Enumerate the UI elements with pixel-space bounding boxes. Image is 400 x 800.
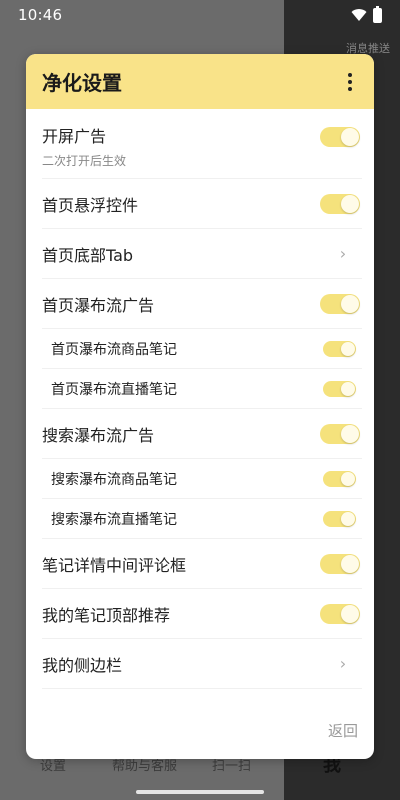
setting-label: 首页瀑布流商品笔记 [51,341,177,358]
toggle-switch[interactable] [323,470,356,487]
status-bar: 10:46 [0,0,400,30]
status-time: 10:46 [18,6,63,24]
toggle-switch[interactable] [320,603,360,624]
toggle-switch[interactable] [320,423,360,444]
setting-label: 我的笔记顶部推荐 [42,605,171,625]
setting-sublabel: 二次打开后生效 [42,154,127,168]
setting-label: 开屏广告 [42,127,107,146]
setting-label: 搜索瀑布流商品笔记 [51,471,177,488]
toggle-switch[interactable] [320,193,360,214]
settings-list: 开屏广告 二次打开后生效 首页悬浮控件 首页底部Tab › 首页瀑布流广告 首页… [26,109,374,689]
dialog-title: 净化设置 [42,71,122,95]
wifi-icon [351,9,367,21]
toggle-switch[interactable] [320,127,360,147]
toggle-switch[interactable] [323,380,356,397]
setting-row-my-notes-recommend[interactable]: 我的笔记顶部推荐 [42,589,362,639]
setting-label: 笔记详情中间评论框 [42,555,187,575]
status-icons [351,5,382,23]
setting-row-search-feed-ad[interactable]: 搜索瀑布流广告 [42,409,362,459]
toggle-switch[interactable] [323,340,356,357]
setting-label: 首页瀑布流广告 [42,295,155,315]
toggle-switch[interactable] [320,293,360,314]
battery-charging-icon [373,5,382,23]
setting-row-home-feed-ad[interactable]: 首页瀑布流广告 [42,279,362,329]
chevron-right-icon: › [339,244,347,263]
setting-label: 我的侧边栏 [42,655,123,675]
setting-row-home-floating[interactable]: 首页悬浮控件 [42,179,362,229]
back-button[interactable]: 返回 [328,720,358,741]
toggle-switch[interactable] [320,553,360,574]
dialog-header: 净化设置 [26,54,374,109]
setting-row-home-bottom-tab[interactable]: 首页底部Tab › [42,229,362,279]
setting-label: 搜索瀑布流直播笔记 [51,511,177,528]
setting-row-search-feed-live[interactable]: 搜索瀑布流直播笔记 [42,499,362,539]
setting-label: 首页底部Tab [42,245,134,265]
gesture-nav-handle[interactable] [136,790,264,794]
setting-row-home-feed-live[interactable]: 首页瀑布流直播笔记 [42,369,362,409]
chevron-right-icon: › [339,654,347,673]
toggle-switch[interactable] [323,510,356,527]
cleanup-settings-dialog: 净化设置 开屏广告 二次打开后生效 首页悬浮控件 首页底部Tab › 首页瀑布流… [26,54,374,759]
more-vertical-icon[interactable] [342,70,358,94]
setting-row-search-feed-goods[interactable]: 搜索瀑布流商品笔记 [42,459,362,499]
setting-label: 首页瀑布流直播笔记 [51,381,177,398]
setting-row-my-sidebar[interactable]: 我的侧边栏 › [42,639,362,689]
setting-label: 搜索瀑布流广告 [42,425,155,445]
setting-row-splash-ad[interactable]: 开屏广告 二次打开后生效 [42,109,362,179]
setting-row-home-feed-goods[interactable]: 首页瀑布流商品笔记 [42,329,362,369]
setting-row-note-comment-box[interactable]: 笔记详情中间评论框 [42,539,362,589]
setting-label: 首页悬浮控件 [42,195,139,215]
